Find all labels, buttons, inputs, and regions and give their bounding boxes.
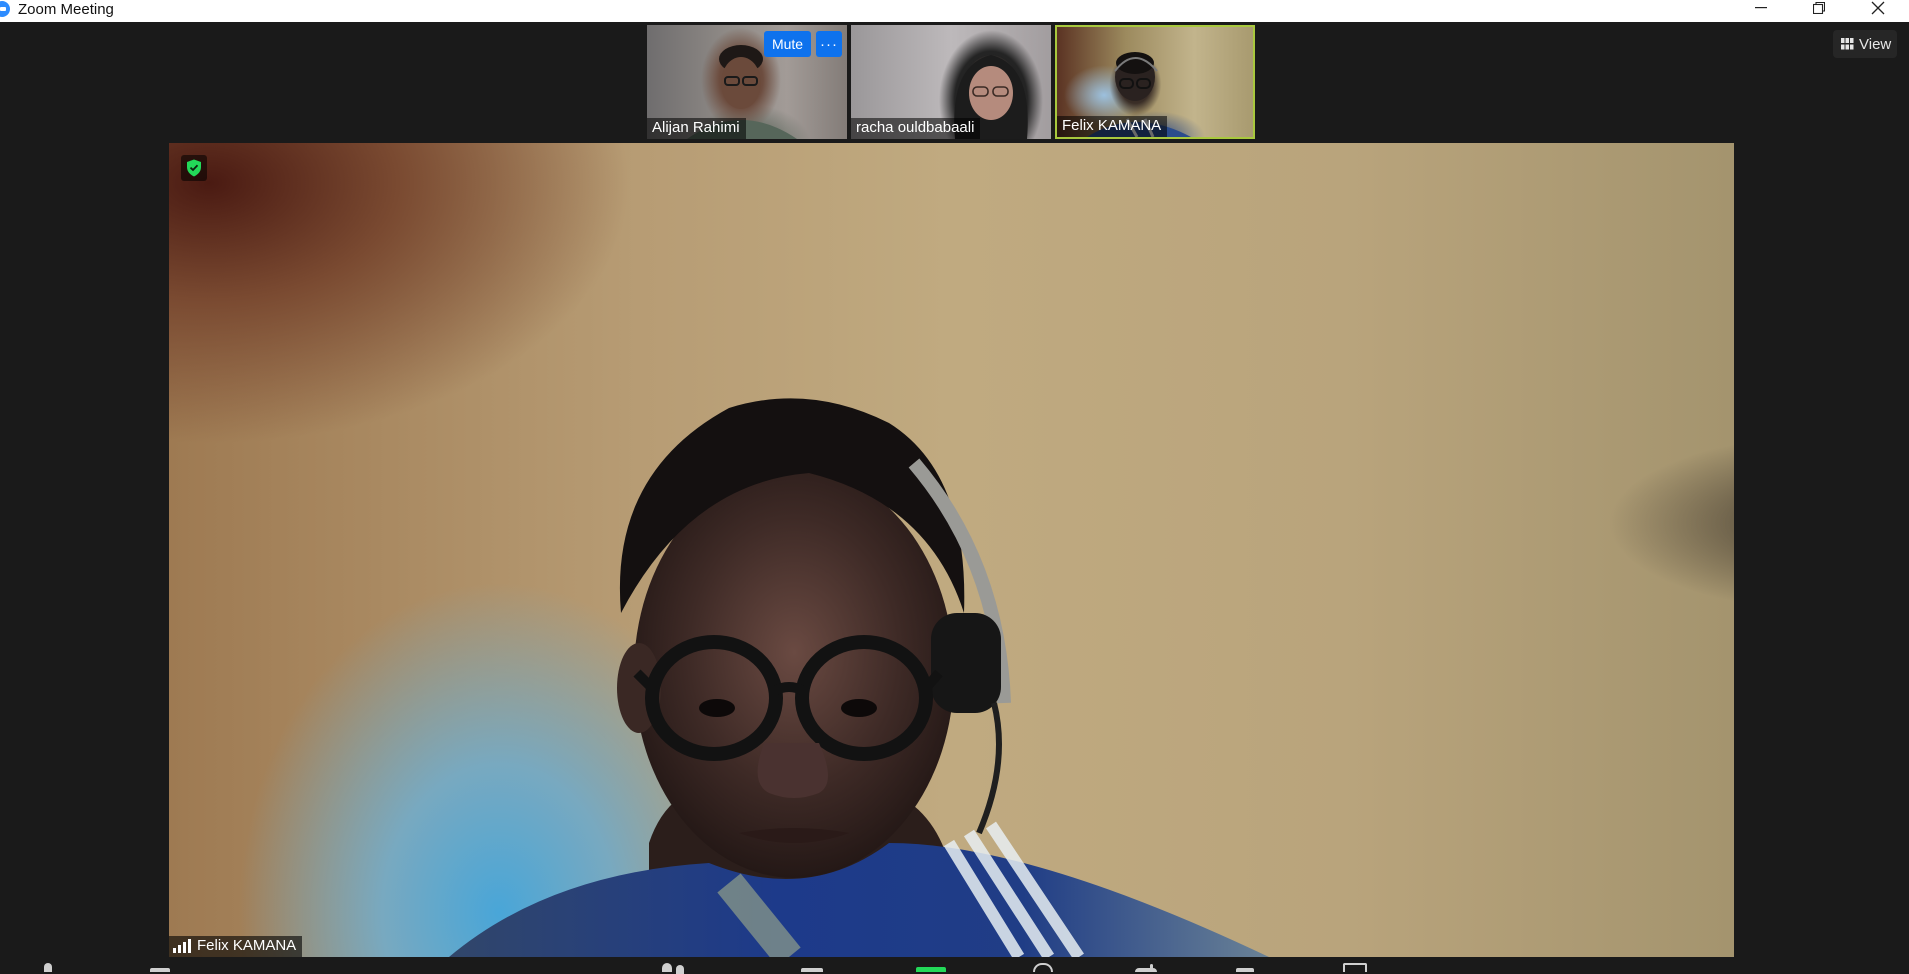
record-icon[interactable] — [1033, 963, 1053, 972]
minimize-icon[interactable] — [1738, 0, 1784, 16]
view-button[interactable]: View — [1833, 30, 1897, 58]
participant-tile-active-speaker[interactable]: Felix KAMANA — [1055, 25, 1255, 139]
participant-tile[interactable]: Mute ··· Alijan Rahimi — [647, 25, 847, 139]
participant-name: Alijan Rahimi — [647, 118, 746, 139]
speaker-video-image — [449, 398, 1269, 957]
participant-name: Felix KAMANA — [1057, 116, 1168, 137]
share-screen-icon[interactable] — [916, 967, 946, 972]
view-button-label: View — [1859, 35, 1892, 53]
speaker-name: Felix KAMANA — [197, 937, 297, 954]
participant-tile[interactable]: racha ouldbabaali — [851, 25, 1051, 139]
grid-icon — [1841, 38, 1854, 50]
window-titlebar: Zoom Meeting — [0, 0, 1909, 22]
participants-icon[interactable] — [662, 963, 672, 972]
chat-icon[interactable] — [801, 968, 823, 972]
whiteboard-icon[interactable] — [1343, 963, 1367, 972]
video-camera-icon[interactable] — [150, 968, 170, 972]
microphone-icon[interactable] — [44, 963, 52, 972]
active-speaker-video[interactable]: Felix KAMANA — [169, 143, 1734, 957]
restore-icon[interactable] — [1796, 0, 1842, 16]
speaker-name-label: Felix KAMANA — [169, 936, 303, 957]
shield-check-icon[interactable] — [181, 155, 207, 181]
reactions-icon[interactable] — [1135, 968, 1157, 972]
participant-name: racha ouldbabaali — [851, 118, 981, 139]
apps-icon[interactable] — [1236, 968, 1254, 972]
meeting-toolbar — [0, 962, 1909, 974]
participants-icon-secondary — [676, 965, 684, 974]
reactions-plus-icon — [1150, 964, 1153, 970]
more-options-button[interactable]: ··· — [816, 31, 842, 57]
window-title: Zoom Meeting — [18, 1, 114, 18]
close-icon[interactable] — [1855, 0, 1901, 16]
zoom-app-icon — [0, 1, 10, 17]
mute-button[interactable]: Mute — [764, 31, 811, 57]
connection-signal-icon — [173, 939, 191, 953]
